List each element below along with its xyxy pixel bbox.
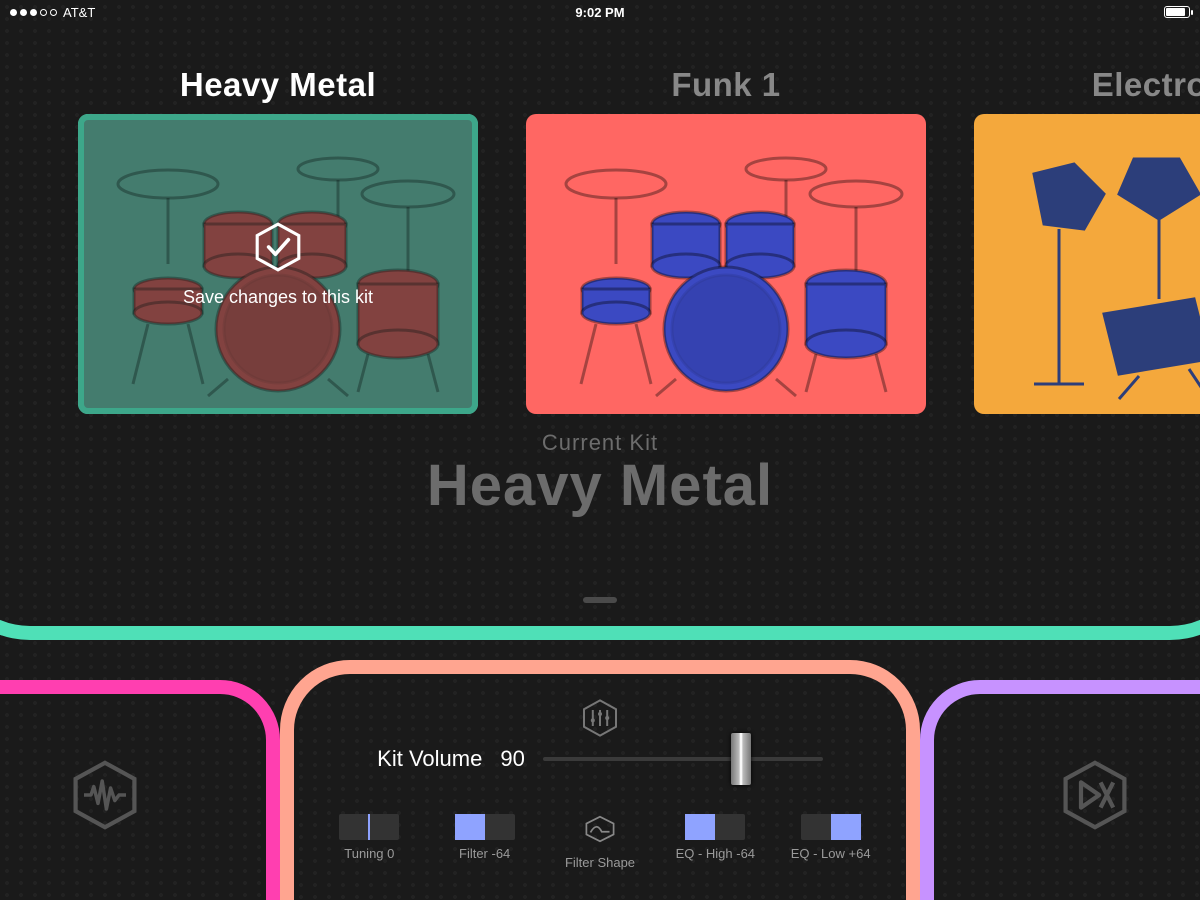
mixer-icon[interactable] — [294, 698, 906, 738]
kit-card[interactable]: Electronic — [974, 66, 1200, 426]
carrier-label: AT&T — [63, 5, 95, 20]
battery-icon — [1164, 6, 1190, 18]
kit-volume-slider[interactable] — [543, 757, 823, 761]
panel-drag-handle[interactable] — [583, 597, 617, 603]
kit-thumbnail[interactable]: Save changes to this kit — [78, 114, 478, 414]
param-filter-shape[interactable]: Filter Shape — [550, 814, 650, 870]
save-kit-overlay[interactable]: Save changes to this kit — [78, 114, 478, 414]
param-eq-low[interactable]: EQ - Low +64 — [781, 814, 881, 870]
signal-strength-icon — [10, 9, 57, 16]
current-kit-name: Heavy Metal — [0, 452, 1200, 519]
clock: 9:02 PM — [575, 5, 624, 20]
param-label: EQ - Low +64 — [791, 846, 871, 861]
kit-volume-label: Kit Volume — [377, 746, 482, 772]
play-stop-button[interactable] — [1060, 760, 1130, 830]
kit-carousel[interactable]: Heavy Metal Save changes to this — [0, 66, 1200, 426]
param-eq-high[interactable]: EQ - High -64 — [665, 814, 765, 870]
parameter-row: Tuning 0 Filter -64 Filter Shape EQ - Hi… — [294, 814, 906, 870]
param-tuning[interactable]: Tuning 0 — [319, 814, 419, 870]
slider-thumb[interactable] — [731, 733, 751, 785]
kit-thumbnail[interactable] — [974, 114, 1200, 414]
kit-volume-row: Kit Volume 90 — [294, 746, 906, 772]
checkmark-icon — [252, 221, 304, 273]
left-panel-frame — [0, 680, 280, 900]
param-label: Tuning 0 — [344, 846, 394, 861]
param-label: Filter -64 — [459, 846, 510, 861]
kit-card[interactable]: Funk 1 — [526, 66, 926, 426]
kit-volume-value: 90 — [500, 746, 524, 772]
param-meter[interactable] — [455, 814, 515, 840]
param-label: EQ - High -64 — [676, 846, 755, 861]
param-meter[interactable] — [339, 814, 399, 840]
status-bar: AT&T 9:02 PM — [0, 0, 1200, 24]
param-filter[interactable]: Filter -64 — [435, 814, 535, 870]
param-meter[interactable] — [801, 814, 861, 840]
kit-thumbnail[interactable] — [526, 114, 926, 414]
current-kit-display: Current Kit Heavy Metal — [0, 430, 1200, 519]
param-meter[interactable] — [685, 814, 745, 840]
kit-title: Electronic — [974, 66, 1200, 104]
kit-controls-panel: Kit Volume 90 Tuning 0 Filter -64 Filter… — [280, 660, 920, 900]
kit-title: Heavy Metal — [78, 66, 478, 104]
kit-card[interactable]: Heavy Metal Save changes to this — [78, 66, 478, 426]
param-label: Filter Shape — [565, 855, 635, 870]
kit-title: Funk 1 — [526, 66, 926, 104]
waveform-button[interactable] — [70, 760, 140, 830]
save-kit-label: Save changes to this kit — [183, 287, 373, 308]
filter-shape-icon — [583, 814, 617, 849]
